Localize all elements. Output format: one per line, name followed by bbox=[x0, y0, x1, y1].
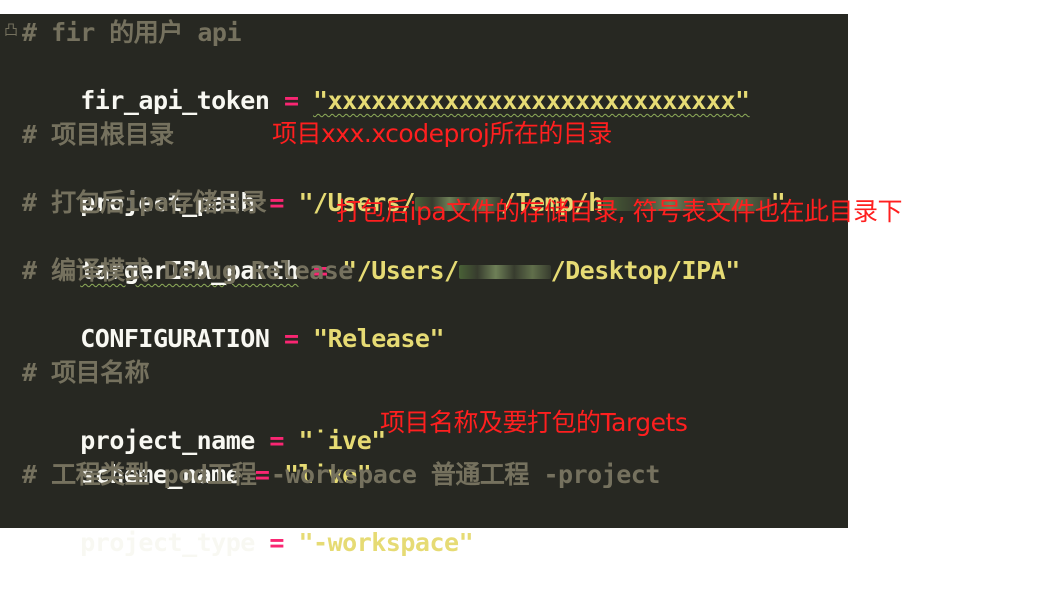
var-configuration: CONFIGURATION bbox=[80, 324, 270, 353]
comment-build-mode: # 编译模式 Debug Release bbox=[22, 256, 353, 285]
comment-project-name: # 项目名称 bbox=[22, 358, 150, 387]
comment-ipa-dir: # 打包后ipa存储目录 bbox=[22, 188, 267, 217]
value-configuration: "Release" bbox=[313, 324, 445, 353]
comment-fir-api: # fir 的用户 api bbox=[22, 18, 242, 47]
assign-operator: = bbox=[269, 86, 314, 115]
redacted-username bbox=[458, 265, 551, 279]
line-scheme-name[interactable]: scheme_name = "l˙ve" bbox=[22, 424, 372, 489]
value-fir-api-token: "xxxxxxxxxxxxxxxxxxxxxxxxxxxx" bbox=[313, 86, 750, 115]
line-project-path[interactable]: project_path = "/Users//Temp/h " bbox=[22, 152, 786, 217]
var-project-type: project_type bbox=[80, 528, 255, 557]
annotation-targets: 项目名称及要打包的Targets bbox=[380, 408, 688, 437]
line-configuration[interactable]: CONFIGURATION = "Release" bbox=[22, 288, 444, 353]
line-fir-api-token[interactable]: fir_api_token = "xxxxxxxxxxxxxxxxxxxxxxx… bbox=[22, 50, 750, 115]
comment-project-type: # 工程类型 pod工程 -workspace 普通工程 -project bbox=[22, 460, 660, 489]
fold-marker-icon[interactable]: 凸 bbox=[4, 20, 18, 40]
assign-operator: = bbox=[269, 324, 314, 353]
line-project-name[interactable]: project_name = "˙ive" bbox=[22, 390, 386, 455]
annotation-project-dir: 项目xxx.xcodeproj所在的目录 bbox=[272, 119, 612, 148]
assign-operator: = bbox=[254, 528, 299, 557]
value-target-ipa-part1: "/Users/ bbox=[342, 256, 459, 285]
line-project-type[interactable]: project_type = "-workspace" bbox=[22, 492, 473, 557]
code-editor[interactable]: 凸 # fir 的用户 api fir_api_token = "xxxxxxx… bbox=[0, 14, 848, 557]
annotation-ipa-dir: 打包后ipa文件的存储目录, 符号表文件也在此目录下 bbox=[336, 197, 903, 226]
var-fir-api-token: fir_api_token bbox=[80, 86, 270, 115]
value-target-ipa-part2: /Desktop/IPA" bbox=[550, 256, 741, 285]
value-project-type: "-workspace" bbox=[298, 528, 474, 557]
comment-project-root: # 项目根目录 bbox=[22, 120, 174, 149]
